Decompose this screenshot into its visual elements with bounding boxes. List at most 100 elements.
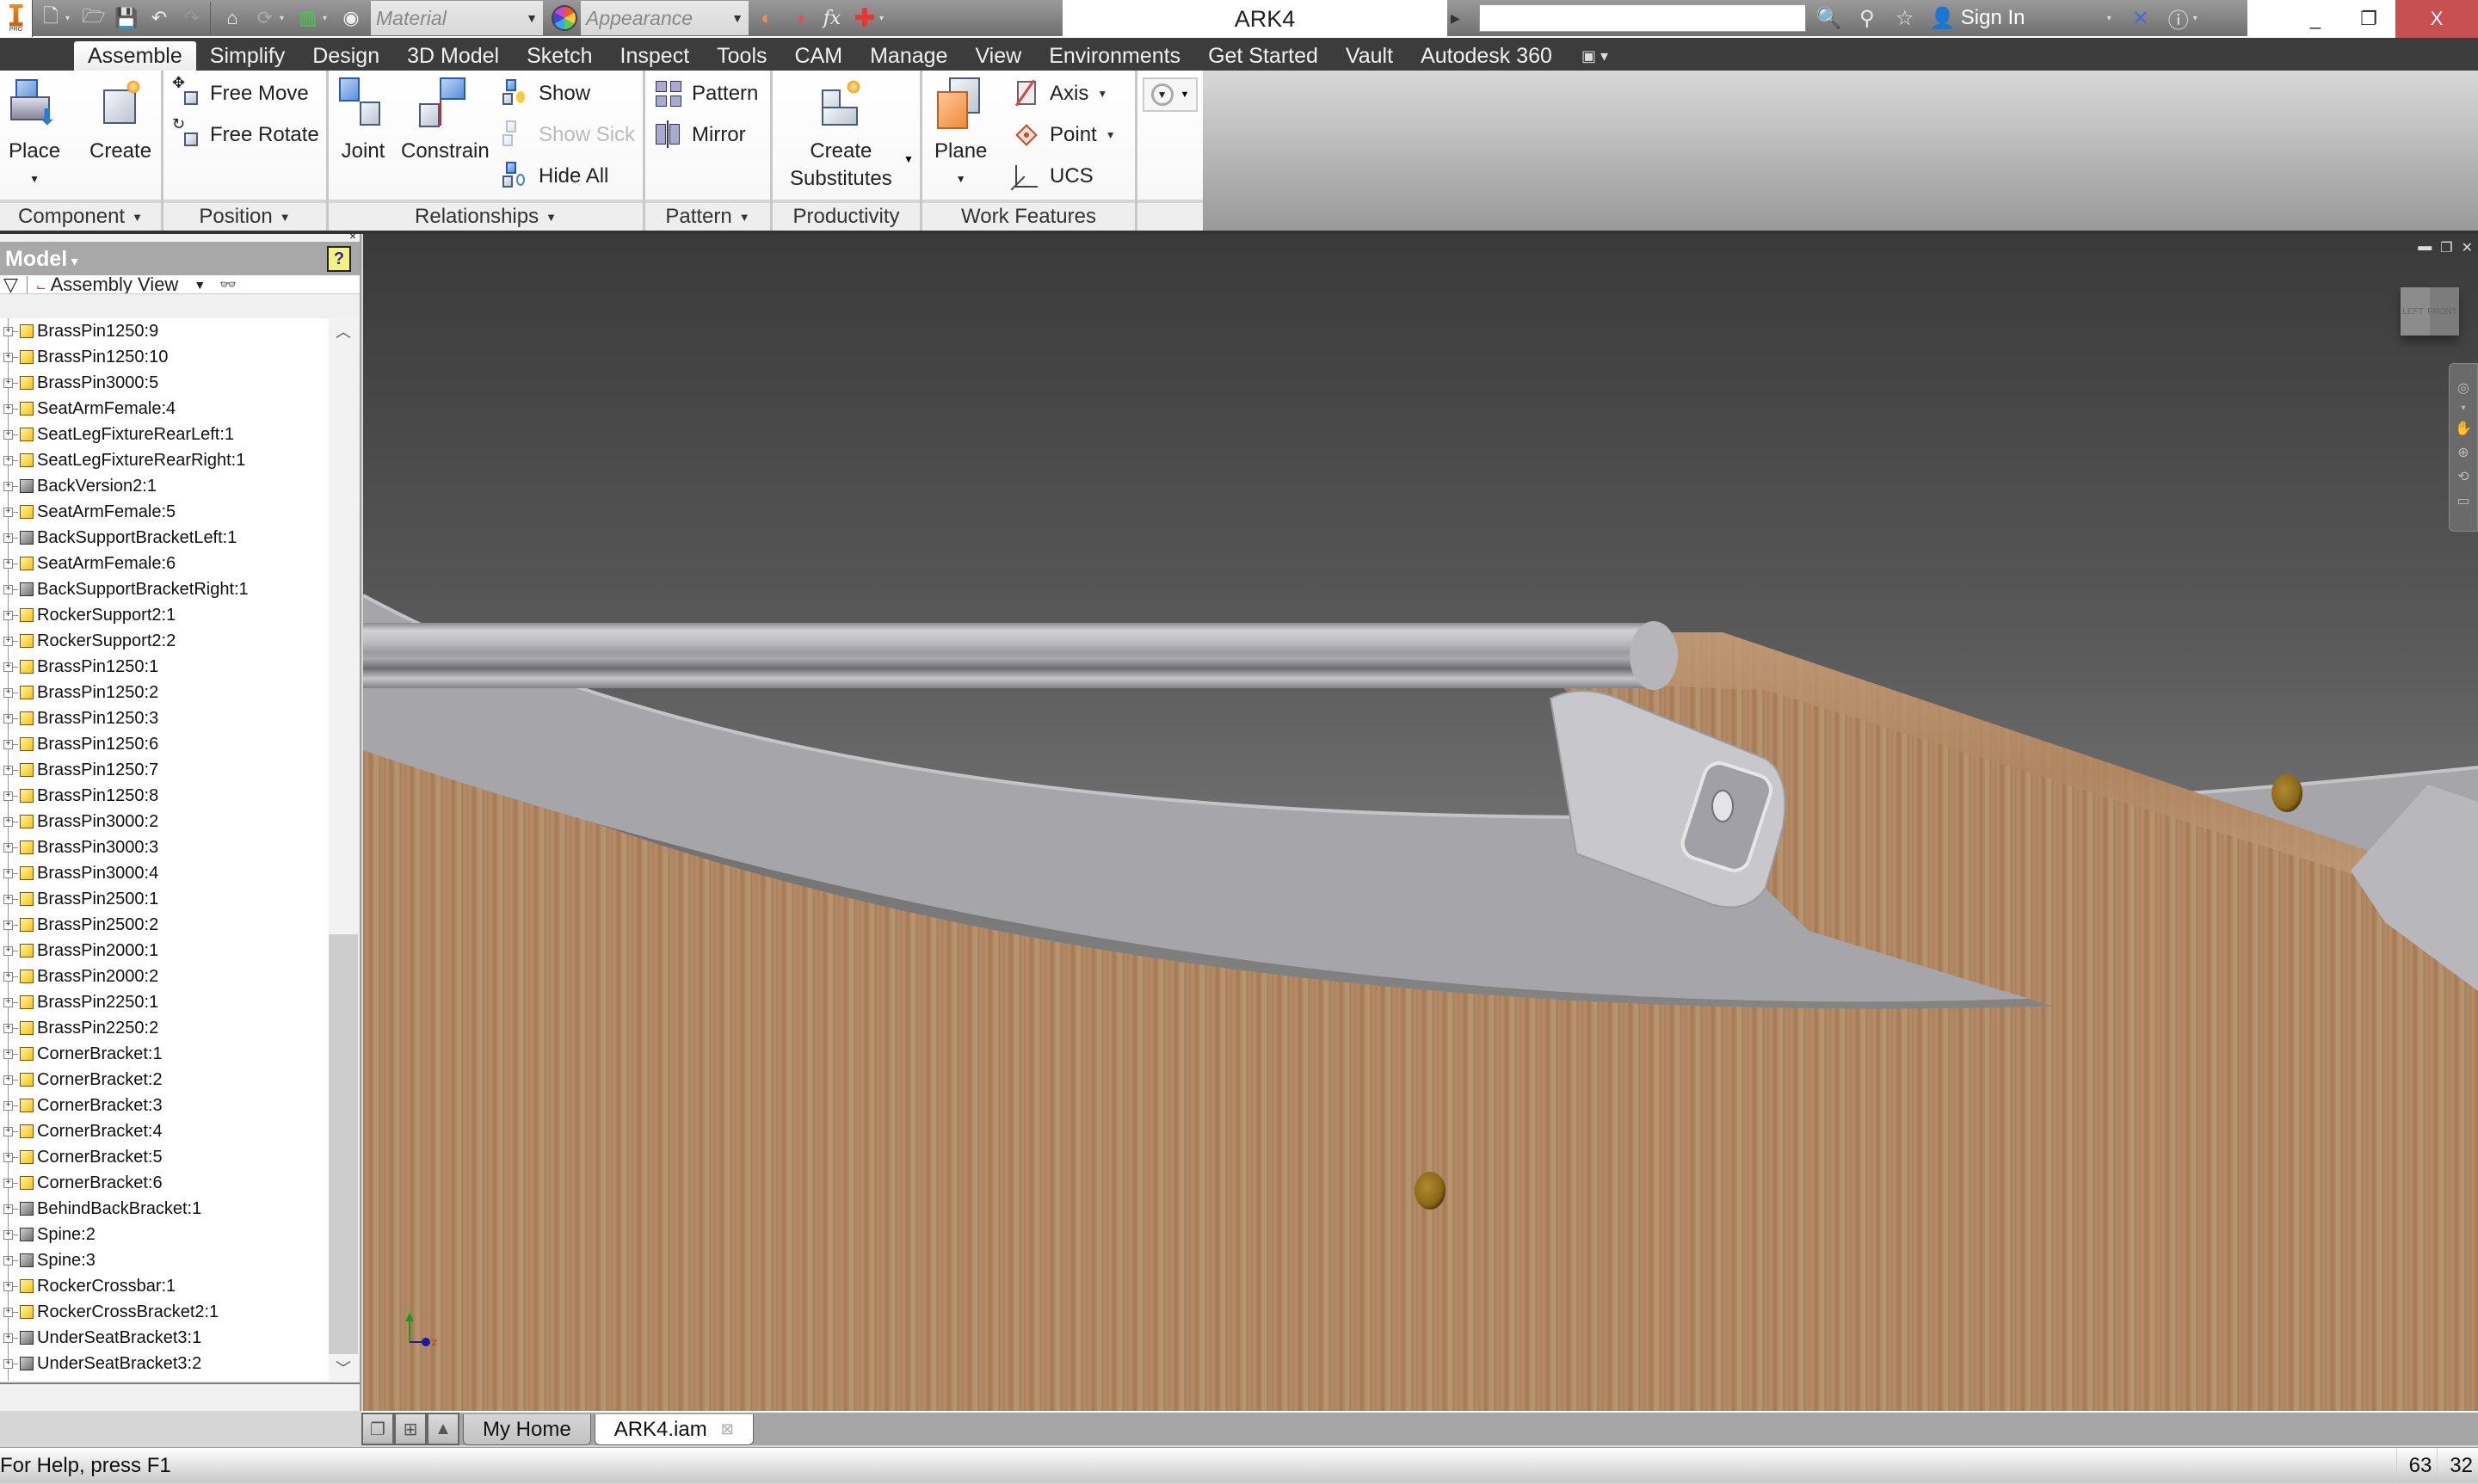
help-button[interactable]: ⓘ <box>2164 3 2193 33</box>
expand-node-icon[interactable]: + <box>3 868 18 878</box>
close-browser-icon[interactable]: × <box>349 229 356 243</box>
tab-cam[interactable]: CAM <box>781 41 857 71</box>
browser-node[interactable]: + BrassPin3000:5 <box>0 370 329 396</box>
plane-button[interactable]: Plane ▼ <box>934 77 987 193</box>
graphics-viewport[interactable]: ▬ ❐ ✕ LEFT FRONT ◎ ▾ ✋ ⊕ ⟲ ▭ Y Z <box>363 234 2478 1411</box>
home-button[interactable]: ⌂ <box>218 3 247 33</box>
close-button[interactable]: X <box>2395 0 2478 38</box>
panel-relationships-label[interactable]: Relationships ▼ <box>329 200 643 231</box>
help-search-input[interactable] <box>1478 4 1806 32</box>
tab-autodesk-360[interactable]: Autodesk 360 <box>1407 41 1566 71</box>
axis-button[interactable]: Axis ▼ <box>1012 79 1107 108</box>
viewport-restore-icon[interactable]: ❐ <box>2440 239 2452 256</box>
browser-node[interactable]: + BrassPin1250:9 <box>0 318 329 344</box>
show-button[interactable]: Show <box>501 79 590 108</box>
tab-sketch[interactable]: Sketch <box>513 41 606 71</box>
viewport-minimize-icon[interactable]: ▬ <box>2418 239 2432 256</box>
expand-node-icon[interactable]: + <box>3 816 18 827</box>
expand-node-icon[interactable]: + <box>3 997 18 1007</box>
adjust-appearance-button[interactable]: ◐ <box>752 3 781 33</box>
tab-inspect[interactable]: Inspect <box>607 41 704 71</box>
point-dropdown[interactable]: ▼ <box>1106 129 1116 141</box>
browser-node[interactable]: + BrassPin1250:2 <box>0 680 329 705</box>
expand-node-icon[interactable]: + <box>3 455 18 465</box>
pattern-button[interactable]: Pattern <box>654 79 758 108</box>
expand-node-icon[interactable]: + <box>3 971 18 982</box>
place-button[interactable]: ⬇ Place ▼ <box>9 77 60 193</box>
help-dropdown[interactable]: ▾ <box>2193 14 2204 23</box>
sign-in-button[interactable]: Sign In <box>1961 6 2107 30</box>
select-dropdown[interactable]: ▾ <box>323 14 333 23</box>
material-button[interactable]: ◉ <box>336 3 366 33</box>
browser-grip[interactable]: × <box>0 229 360 243</box>
browser-node[interactable]: + UnderSeatBracket3:1 <box>0 1325 329 1351</box>
filter-icon[interactable]: ▽ <box>3 275 18 293</box>
browser-node[interactable]: + CornerBracket:1 <box>0 1041 329 1067</box>
update-button[interactable]: ⟳ <box>250 3 280 33</box>
close-tab-icon[interactable]: ⊠ <box>721 1420 734 1438</box>
browser-node[interactable]: + SeatLegFixtureRearRight:1 <box>0 447 329 473</box>
measure-button[interactable]: ✚ <box>850 3 879 33</box>
undo-button[interactable]: ↶ <box>145 3 174 33</box>
browser-node[interactable]: + BrassPin2250:2 <box>0 1015 329 1041</box>
browser-node[interactable]: + Spine:2 <box>0 1222 329 1247</box>
browser-node[interactable]: + CornerBracket:2 <box>0 1067 329 1093</box>
browser-node[interactable]: + BrassPin1250:1 <box>0 654 329 680</box>
tab-design[interactable]: Design <box>299 41 393 71</box>
browser-node[interactable]: + BackSupportBracketLeft:1 <box>0 525 329 551</box>
expand-node-icon[interactable]: + <box>3 1075 18 1085</box>
browser-node[interactable]: + CornerBracket:4 <box>0 1118 329 1144</box>
expand-node-icon[interactable]: + <box>3 1358 18 1369</box>
chevron-down-icon[interactable]: ▼ <box>194 278 206 292</box>
open-button[interactable]: 🗁 <box>79 3 108 33</box>
expand-node-icon[interactable]: + <box>3 1049 18 1059</box>
expand-node-icon[interactable]: + <box>3 1255 18 1265</box>
tab-simplify[interactable]: Simplify <box>196 41 299 71</box>
expand-node-icon[interactable]: + <box>3 326 18 336</box>
viewcube[interactable]: LEFT FRONT <box>2401 287 2459 336</box>
browser-node[interactable]: + Spine:3 <box>0 1247 329 1273</box>
select-button[interactable]: ▥ <box>293 3 323 33</box>
favorites-button[interactable]: ☆ <box>1890 3 1920 33</box>
customize-qat-dropdown[interactable]: ▾ <box>879 14 890 23</box>
browser-node[interactable]: + BrassPin2000:2 <box>0 964 329 989</box>
browser-node[interactable]: + RockerSupport2:1 <box>0 602 329 628</box>
cascade-windows-button[interactable]: ❐ <box>361 1413 394 1445</box>
panel-position-label[interactable]: Position ▼ <box>163 200 326 231</box>
restore-button[interactable]: ❐ <box>2342 0 2395 38</box>
browser-node[interactable]: + BrassPin1250:3 <box>0 705 329 731</box>
new-file-dropdown[interactable]: ▾ <box>65 14 76 23</box>
browser-node[interactable]: + SeatArmFemale:4 <box>0 396 329 422</box>
create-substitutes-dropdown[interactable]: ▼ <box>903 153 914 165</box>
minimize-button[interactable]: _ <box>2289 0 2342 38</box>
browser-node[interactable]: + BrassPin2000:1 <box>0 938 329 964</box>
viewcube-left-face[interactable]: LEFT <box>2402 307 2423 317</box>
point-button[interactable]: Point ▼ <box>1012 120 1116 150</box>
tab-3d-model[interactable]: 3D Model <box>393 41 513 71</box>
tab-assemble[interactable]: Assemble <box>74 41 196 71</box>
ucs-button[interactable]: UCS <box>1010 162 1094 191</box>
show-sick-button[interactable]: Show Sick <box>501 120 635 150</box>
save-button[interactable]: 💾 <box>112 3 141 33</box>
parameters-button[interactable]: fx <box>817 3 847 33</box>
metal-crossbar-rod[interactable] <box>363 623 1654 688</box>
tab-get-started[interactable]: Get Started <box>1194 41 1332 71</box>
tile-windows-button[interactable]: ⊞ <box>394 1413 427 1445</box>
sign-in-dropdown[interactable]: ▾ <box>2107 14 2117 23</box>
brass-pin[interactable] <box>1415 1172 1446 1210</box>
viewcube-front-face[interactable]: FRONT <box>2427 307 2456 317</box>
plane-dropdown-icon[interactable]: ▼ <box>956 165 966 193</box>
panel-pattern-label[interactable]: Pattern ▼ <box>645 200 770 231</box>
expand-node-icon[interactable]: + <box>3 1229 18 1240</box>
expand-node-icon[interactable]: + <box>3 842 18 853</box>
constrain-button[interactable]: Constrain <box>401 77 490 165</box>
expand-node-icon[interactable]: + <box>3 481 18 491</box>
expand-node-icon[interactable]: + <box>3 791 18 801</box>
browser-node[interactable]: + CornerBracket:6 <box>0 1170 329 1196</box>
joint-button[interactable]: Joint <box>337 77 389 165</box>
browser-node[interactable]: + SeatLegFixtureRearLeft:1 <box>0 422 329 447</box>
expand-node-icon[interactable]: + <box>3 765 18 775</box>
expand-node-icon[interactable]: + <box>3 687 18 698</box>
look-at-icon[interactable]: ▭ <box>2456 492 2469 509</box>
browser-node[interactable]: + BehindBackBracket:1 <box>0 1196 329 1222</box>
